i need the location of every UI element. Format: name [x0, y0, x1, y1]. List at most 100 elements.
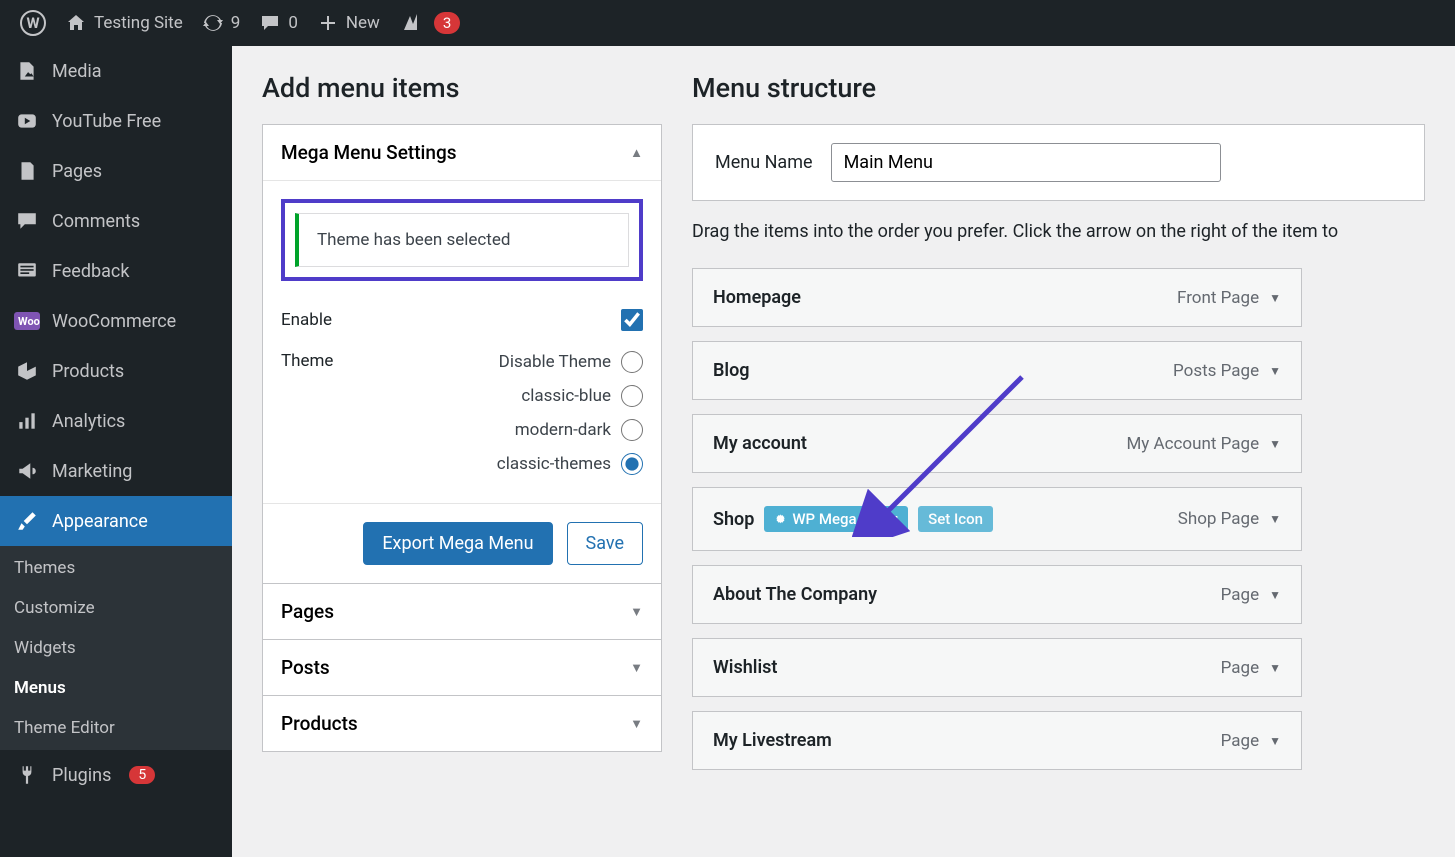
theme-radio-classic-themes[interactable] [621, 453, 643, 475]
sidebar-item-label: Comments [52, 211, 140, 232]
theme-radio-disable[interactable] [621, 351, 643, 373]
analytics-icon [14, 408, 40, 434]
marketing-icon [14, 458, 40, 484]
mega-menu-panel: Mega Menu Settings ▲ Theme has been sele… [262, 124, 662, 584]
triangle-down-icon: ▼ [1269, 661, 1281, 675]
menu-item-title: Blog [713, 360, 750, 381]
theme-option-disable[interactable]: Disable Theme [499, 351, 643, 373]
submenu-menus[interactable]: Menus [0, 668, 232, 708]
menu-item-meta: Page ▼ [1221, 731, 1281, 751]
menu-item-homepage[interactable]: HomepageFront Page ▼ [692, 268, 1302, 327]
yoast-count-badge: 3 [434, 12, 460, 34]
products-icon [14, 358, 40, 384]
menu-structure-heading: Menu structure [692, 72, 1425, 104]
save-button[interactable]: Save [567, 522, 644, 565]
menu-name-row: Menu Name [692, 124, 1425, 201]
svg-text:Woo: Woo [18, 315, 40, 328]
mega-menu-panel-header[interactable]: Mega Menu Settings ▲ [263, 125, 661, 181]
comments-link[interactable]: 0 [250, 0, 308, 46]
yoast-link[interactable]: 3 [390, 0, 470, 46]
theme-option-classic-themes[interactable]: classic-themes [497, 453, 643, 475]
triangle-down-icon: ▼ [1269, 291, 1281, 305]
comment-icon [260, 13, 280, 33]
sidebar-item-marketing[interactable]: Marketing [0, 446, 232, 496]
triangle-down-icon: ▼ [630, 604, 643, 620]
add-items-heading: Add menu items [262, 72, 662, 104]
sidebar-item-media[interactable]: Media [0, 46, 232, 96]
menu-item-meta: Shop Page ▼ [1178, 509, 1281, 529]
theme-option-modern-dark[interactable]: modern-dark [515, 419, 643, 441]
triangle-down-icon: ▼ [1269, 512, 1281, 526]
sidebar-item-label: Analytics [52, 411, 125, 432]
menu-item-meta: Page ▼ [1221, 658, 1281, 678]
wp-mega-menu-button[interactable]: WP Mega Menu [764, 506, 908, 532]
new-content-link[interactable]: New [308, 0, 390, 46]
sidebar-item-woocommerce[interactable]: WooWooCommerce [0, 296, 232, 346]
menu-item-blog[interactable]: BlogPosts Page ▼ [692, 341, 1302, 400]
sidebar-item-label: Appearance [52, 511, 148, 532]
submenu-theme-editor[interactable]: Theme Editor [0, 708, 232, 748]
sidebar-item-label: Marketing [52, 461, 132, 482]
theme-option-classic-blue[interactable]: classic-blue [521, 385, 643, 407]
menu-item-my-livestream[interactable]: My LivestreamPage ▼ [692, 711, 1302, 770]
menu-item-about-the-company[interactable]: About The CompanyPage ▼ [692, 565, 1302, 624]
sidebar-item-plugins[interactable]: Plugins5 [0, 750, 232, 800]
menu-name-input[interactable] [831, 143, 1221, 182]
updates-link[interactable]: 9 [193, 0, 251, 46]
sidebar-item-youtube-free[interactable]: YouTube Free [0, 96, 232, 146]
submenu-widgets[interactable]: Widgets [0, 628, 232, 668]
sidebar-item-pages[interactable]: Pages [0, 146, 232, 196]
pages-icon [14, 158, 40, 184]
theme-option-label: classic-themes [497, 454, 611, 474]
menu-item-wishlist[interactable]: Wishlist Page ▼ [692, 638, 1302, 697]
accordion-label: Posts [281, 656, 330, 679]
refresh-icon [203, 13, 223, 33]
notice-highlight: Theme has been selected [281, 199, 643, 281]
sidebar-item-comments[interactable]: Comments [0, 196, 232, 246]
set-icon-button[interactable]: Set Icon [918, 506, 993, 532]
home-icon [66, 13, 86, 33]
new-label: New [346, 13, 380, 33]
admin-topbar: W Testing Site 9 0 New 3 [0, 0, 1455, 46]
theme-selected-notice: Theme has been selected [295, 213, 629, 267]
sidebar-item-analytics[interactable]: Analytics [0, 396, 232, 446]
submenu-customize[interactable]: Customize [0, 588, 232, 628]
sidebar-item-label: Feedback [52, 261, 129, 282]
sidebar-item-feedback[interactable]: Feedback [0, 246, 232, 296]
sidebar-item-label: Pages [52, 161, 102, 182]
brush-icon [14, 508, 40, 534]
wp-logo-menu[interactable]: W [10, 0, 56, 46]
plug-icon [14, 762, 40, 788]
theme-radio-modern-dark[interactable] [621, 419, 643, 441]
enable-checkbox[interactable] [621, 309, 643, 331]
export-mega-menu-button[interactable]: Export Mega Menu [363, 522, 552, 565]
menu-item-shop[interactable]: ShopWP Mega MenuSet IconShop Page ▼ [692, 487, 1302, 551]
appearance-submenu: ThemesCustomizeWidgetsMenusTheme Editor [0, 546, 232, 750]
triangle-down-icon: ▼ [630, 660, 643, 676]
triangle-down-icon: ▼ [1269, 437, 1281, 451]
accordion-label: Pages [281, 600, 334, 623]
triangle-down-icon: ▼ [630, 716, 643, 732]
plugin-count-badge: 5 [129, 766, 155, 784]
theme-label: Theme [281, 351, 333, 371]
submenu-themes[interactable]: Themes [0, 548, 232, 588]
theme-radio-classic-blue[interactable] [621, 385, 643, 407]
feedback-icon [14, 258, 40, 284]
accordion-products[interactable]: Products▼ [262, 696, 662, 752]
admin-sidebar: MediaYouTube Free Pages Comments Feedback Wo… [0, 46, 232, 857]
menu-item-meta: Page ▼ [1221, 585, 1281, 605]
theme-option-label: modern-dark [515, 420, 611, 440]
menu-item-title: My account [713, 433, 807, 454]
site-name-link[interactable]: Testing Site [56, 0, 193, 46]
menu-item-title: Homepage [713, 287, 801, 308]
accordion-posts[interactable]: Posts ▼ [262, 640, 662, 696]
menu-name-label: Menu Name [715, 152, 813, 173]
sidebar-item-products[interactable]: Products [0, 346, 232, 396]
menu-item-my-account[interactable]: My accountMy Account Page ▼ [692, 414, 1302, 473]
menu-item-title: Wishlist [713, 657, 777, 678]
accordion-pages[interactable]: Pages ▼ [262, 584, 662, 640]
woo-icon: Woo [14, 308, 40, 334]
sidebar-item-appearance[interactable]: Appearance [0, 496, 232, 546]
updates-count: 9 [231, 13, 241, 33]
menu-item-title: ShopWP Mega MenuSet Icon [713, 506, 993, 532]
